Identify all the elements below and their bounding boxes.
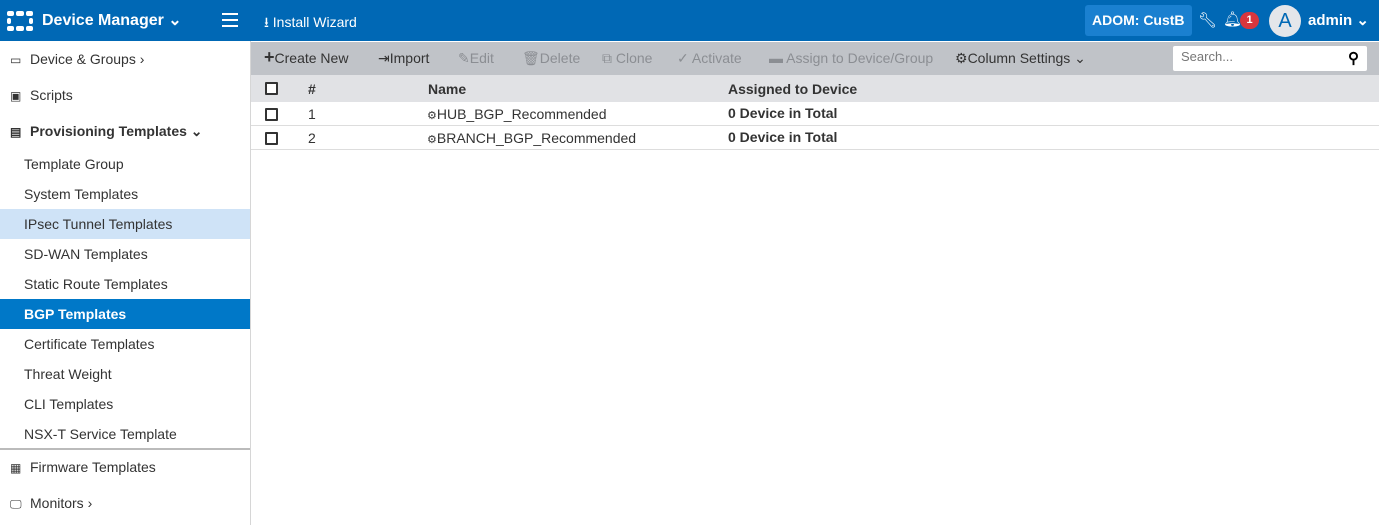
install-wizard-button[interactable]: ⭳ Install Wizard — [264, 12, 357, 36]
row-assigned[interactable]: 0 Device in Total — [728, 129, 837, 145]
chevron-down-icon: ⌄ — [1074, 50, 1086, 66]
import-button[interactable]: ⇥Import — [378, 50, 429, 67]
sidebar-item-monitors[interactable]: 🖵︎ Monitors › — [0, 488, 250, 518]
template-gear-icon: ⚙ — [427, 134, 437, 146]
chevron-down-icon: ⌄ — [190, 123, 203, 139]
row-checkbox[interactable] — [265, 132, 278, 145]
edit-icon: ✎ — [458, 50, 470, 66]
app-switcher[interactable]: Device Manager ⌄ — [42, 10, 182, 30]
username: admin — [1308, 12, 1353, 29]
table-row[interactable]: 2 ⚙BRANCH_BGP_Recommended 0 Device in To… — [251, 126, 1379, 150]
edit-button[interactable]: ✎Edit — [458, 50, 494, 67]
label: Column Settings — [967, 50, 1071, 66]
row-name[interactable]: ⚙BRANCH_BGP_Recommended — [427, 130, 636, 146]
search-icon[interactable]: ⚲ — [1348, 49, 1359, 67]
template-gear-icon: ⚙ — [427, 110, 437, 122]
avatar[interactable]: A — [1269, 5, 1301, 37]
assign-button[interactable]: ▬ Assign to Device/Group — [769, 50, 933, 66]
chip-icon: ▦ — [10, 461, 22, 475]
assign-icon: ▬ — [769, 50, 783, 66]
script-icon: ▣ — [10, 89, 22, 103]
sidebar-item-sdwan-templates[interactable]: SD-WAN Templates — [0, 239, 250, 269]
column-settings-button[interactable]: ⚙Column Settings ⌄ — [955, 50, 1086, 67]
check-circle-icon: ✓ — [677, 50, 689, 66]
select-all-checkbox[interactable] — [265, 82, 278, 95]
label: Delete — [539, 50, 581, 66]
sidebar-item-static-route-templates[interactable]: Static Route Templates — [0, 269, 250, 299]
label: Monitors — [30, 495, 84, 511]
sidebar-item-bgp-templates[interactable]: BGP Templates — [0, 299, 250, 329]
name: HUB_BGP_Recommended — [436, 106, 607, 122]
label: Create New — [274, 50, 349, 66]
create-new-button[interactable]: +Create New — [264, 47, 349, 67]
label: Scripts — [30, 87, 73, 103]
monitor-icon: 🖵︎ — [10, 497, 22, 511]
menu-toggle-icon[interactable] — [222, 13, 238, 31]
adom-selector[interactable]: ADOM: CustB — [1085, 5, 1192, 36]
sidebar-item-firmware-templates[interactable]: ▦ Firmware Templates — [0, 452, 250, 482]
name: BRANCH_BGP_Recommended — [436, 130, 637, 146]
top-bar: Device Manager ⌄ ⭳ Install Wizard ADOM: … — [0, 0, 1379, 41]
chevron-down-icon: ⌄ — [1356, 12, 1369, 29]
row-number: 1 — [308, 106, 316, 122]
search-placeholder: Search... — [1181, 49, 1234, 64]
label: Clone — [615, 50, 653, 66]
table-header: # Name Assigned to Device — [251, 75, 1379, 102]
sidebar-divider — [0, 448, 250, 450]
activate-button[interactable]: ✓ Activate — [677, 50, 742, 67]
label: Activate — [691, 50, 742, 66]
clone-icon: ⧉ — [602, 50, 612, 66]
sidebar: ▭ Device & Groups › ▣ Scripts ▤ Provisionin… — [0, 41, 251, 525]
label: Import — [389, 50, 430, 66]
sidebar-item-threat-weight[interactable]: Threat Weight — [0, 359, 250, 389]
delete-button[interactable]: 🗑︎Delete — [522, 50, 580, 67]
sidebar-item-system-templates[interactable]: System Templates — [0, 179, 250, 209]
sidebar-item-ipsec-tunnel-templates[interactable]: IPsec Tunnel Templates — [0, 209, 250, 239]
label: Firmware Templates — [30, 459, 156, 475]
import-icon: ⇥ — [378, 50, 390, 66]
app-title: Device Manager — [42, 12, 164, 29]
label: Provisioning Templates — [30, 123, 187, 139]
label: Device & Groups — [30, 51, 136, 67]
chevron-right-icon: › — [139, 51, 145, 67]
label: Assign to Device/Group — [786, 50, 934, 66]
install-wizard-label: Install Wizard — [272, 14, 357, 30]
notification-badge[interactable]: 1 — [1240, 12, 1259, 29]
row-checkbox[interactable] — [265, 108, 278, 121]
column-number[interactable]: # — [308, 81, 316, 97]
user-menu[interactable]: admin ⌄ — [1308, 11, 1369, 29]
chevron-down-icon: ⌄ — [168, 12, 182, 29]
fortinet-logo-icon[interactable] — [7, 11, 33, 31]
column-name[interactable]: Name — [428, 81, 466, 97]
table-row[interactable]: 1 ⚙HUB_BGP_Recommended 0 Device in Total — [251, 102, 1379, 126]
sidebar-item-cli-templates[interactable]: CLI Templates — [0, 389, 250, 419]
row-name[interactable]: ⚙HUB_BGP_Recommended — [427, 106, 607, 122]
chevron-right-icon: › — [87, 495, 93, 511]
sidebar-item-nsxt-service-template[interactable]: NSX-T Service Template — [0, 419, 250, 449]
search-input[interactable]: Search... ⚲ — [1173, 46, 1367, 71]
row-assigned[interactable]: 0 Device in Total — [728, 105, 837, 121]
clone-button[interactable]: ⧉ Clone — [602, 50, 652, 67]
sidebar-item-template-group[interactable]: Template Group — [0, 149, 250, 179]
wrench-icon[interactable]: 🔧︎ — [1198, 11, 1217, 29]
gear-icon: ⚙ — [955, 50, 968, 66]
sidebar-item-provisioning-templates[interactable]: ▤ Provisioning Templates ⌄ — [0, 116, 250, 146]
plus-icon: + — [264, 47, 275, 67]
template-icon: ▤ — [10, 125, 22, 139]
row-number: 2 — [308, 130, 316, 146]
label: Edit — [469, 50, 494, 66]
sidebar-item-device-groups[interactable]: ▭ Device & Groups › — [0, 44, 250, 74]
trash-icon: 🗑︎ — [522, 50, 540, 66]
download-icon: ⭳ — [264, 14, 269, 30]
sidebar-item-scripts[interactable]: ▣ Scripts — [0, 80, 250, 110]
device-icon: ▭ — [10, 53, 22, 67]
column-assigned[interactable]: Assigned to Device — [728, 81, 857, 97]
sidebar-item-certificate-templates[interactable]: Certificate Templates — [0, 329, 250, 359]
